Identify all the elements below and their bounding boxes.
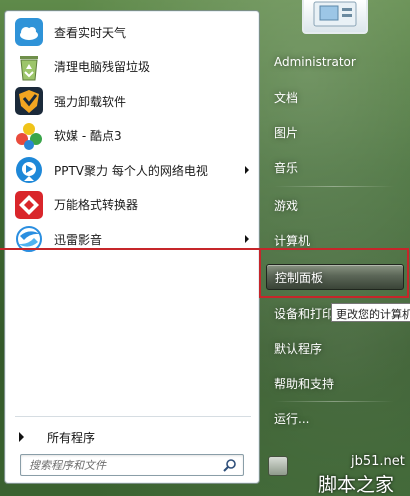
right-link-games[interactable]: 游戏 xyxy=(266,192,404,218)
separator xyxy=(15,416,251,417)
recycle-bin-icon xyxy=(13,51,45,83)
right-link-run[interactable]: 运行... xyxy=(266,405,404,431)
right-link-music[interactable]: 音乐 xyxy=(266,154,404,180)
link-label: 图片 xyxy=(274,125,299,140)
xunlei-player-icon xyxy=(13,223,45,255)
program-item[interactable]: 清理电脑残留垃圾 xyxy=(11,50,255,85)
link-label: 音乐 xyxy=(274,160,299,175)
link-label: Administrator xyxy=(274,55,356,69)
kudian-icon xyxy=(13,120,45,152)
separator xyxy=(274,186,394,187)
program-label: 查看实时天气 xyxy=(54,25,127,40)
all-programs-button[interactable]: 所有程序 xyxy=(19,427,95,447)
right-link-documents[interactable]: 文档 xyxy=(266,84,404,110)
link-label: 运行... xyxy=(274,411,310,426)
expand-arrow-icon xyxy=(19,432,24,442)
watermark-url: jb51.net xyxy=(351,454,405,469)
annotation-box xyxy=(259,248,409,298)
link-label: 游戏 xyxy=(274,198,299,213)
programs-panel: 查看实时天气 清理电脑残留垃圾 强力卸载软件 软媒 - 酷点3 PPTV聚力 每… xyxy=(4,10,260,484)
annotation-line xyxy=(0,248,262,250)
shutdown-button[interactable] xyxy=(268,456,288,476)
program-item[interactable]: 查看实时天气 xyxy=(11,15,255,50)
program-item[interactable]: 迅雷影音 xyxy=(11,222,255,257)
program-label: 万能格式转换器 xyxy=(54,198,139,213)
all-programs-label: 所有程序 xyxy=(47,430,96,445)
link-label: 文档 xyxy=(274,90,299,105)
program-label: 清理电脑残留垃圾 xyxy=(54,60,151,75)
tooltip: 更改您的计算机 xyxy=(331,303,410,322)
program-label: 强力卸载软件 xyxy=(54,94,127,109)
program-label: PPTV聚力 每个人的网络电视 xyxy=(54,163,208,178)
search-input[interactable] xyxy=(29,457,219,473)
user-avatar[interactable] xyxy=(302,0,368,34)
link-label: 帮助和支持 xyxy=(274,376,335,391)
program-item[interactable]: 软媒 - 酷点3 xyxy=(11,119,255,154)
format-converter-icon xyxy=(13,189,45,221)
link-label: 默认程序 xyxy=(274,341,323,356)
start-menu-frame: 查看实时天气 清理电脑残留垃圾 强力卸载软件 软媒 - 酷点3 PPTV聚力 每… xyxy=(0,0,410,496)
right-link-pictures[interactable]: 图片 xyxy=(266,119,404,145)
program-label: 迅雷影音 xyxy=(54,232,103,247)
pptv-icon xyxy=(13,154,45,186)
submenu-arrow-icon[interactable] xyxy=(245,235,249,244)
watermark-logo: 脚本之家 xyxy=(318,474,395,496)
link-label: 计算机 xyxy=(274,233,311,248)
right-link-help-support[interactable]: 帮助和支持 xyxy=(266,370,404,396)
weather-icon xyxy=(13,16,45,48)
program-item[interactable]: 万能格式转换器 xyxy=(11,188,255,223)
separator xyxy=(274,401,394,402)
search-icon[interactable] xyxy=(223,458,237,472)
program-label: 软媒 - 酷点3 xyxy=(54,129,122,144)
program-item[interactable]: PPTV聚力 每个人的网络电视 xyxy=(11,153,255,188)
search-box[interactable] xyxy=(20,454,244,476)
right-link-default-programs[interactable]: 默认程序 xyxy=(266,335,404,361)
uninstall-shield-icon xyxy=(13,85,45,117)
program-item[interactable]: 强力卸载软件 xyxy=(11,84,255,119)
submenu-arrow-icon[interactable] xyxy=(245,166,249,175)
right-link-user[interactable]: Administrator xyxy=(266,49,404,75)
pinned-program-list: 查看实时天气 清理电脑残留垃圾 强力卸载软件 软媒 - 酷点3 PPTV聚力 每… xyxy=(11,15,255,257)
